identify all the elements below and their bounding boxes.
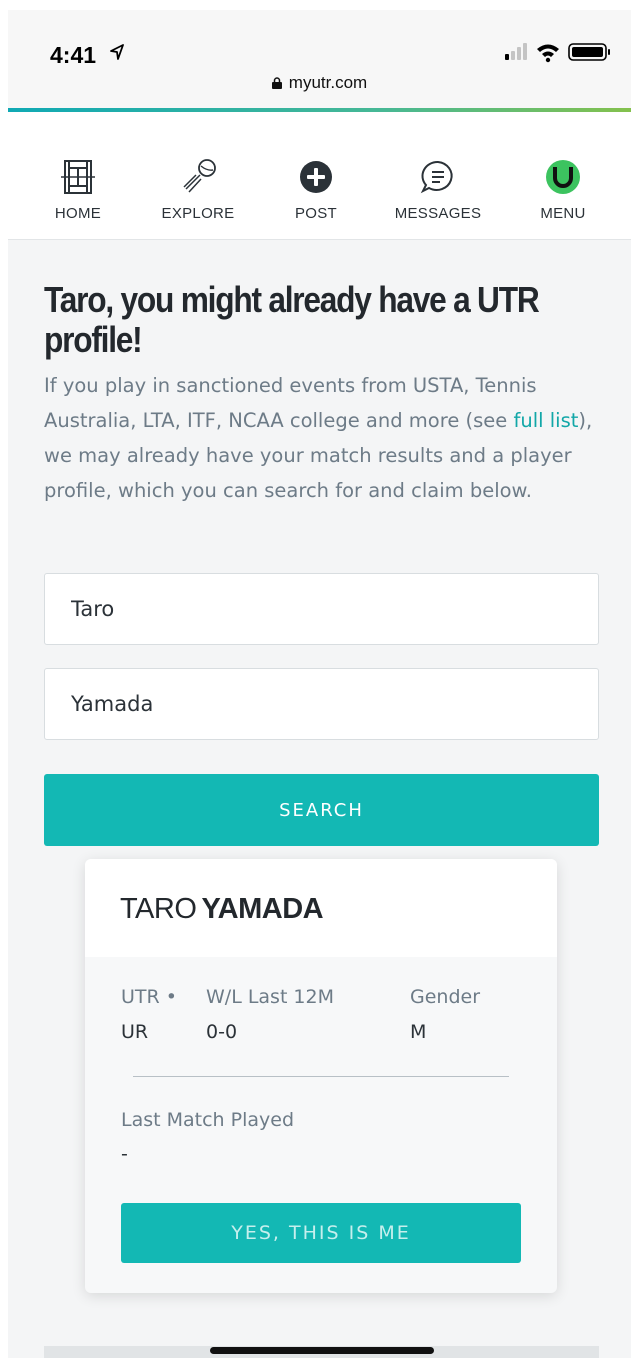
gender-value: M <box>410 1021 427 1043</box>
wl-label: W/L Last 12M <box>206 986 334 1008</box>
browser-status-bar: 4:41 myutr.com <box>8 10 631 110</box>
nav-explore[interactable]: EXPLORE <box>143 157 253 222</box>
chat-icon <box>420 160 453 194</box>
court-icon <box>61 160 95 194</box>
nav-menu[interactable]: MENU <box>508 157 618 222</box>
full-list-link[interactable]: full list <box>513 409 578 432</box>
last-match-label: Last Match Played <box>121 1109 295 1131</box>
signal-wifi-battery-icon <box>505 43 610 63</box>
home-indicator[interactable] <box>210 1347 434 1354</box>
player-result-card[interactable]: TARO YAMADA UTR • UR W/L Last 12M 0-0 Ge… <box>85 859 557 1293</box>
gender-label: Gender <box>410 986 481 1008</box>
nav-home[interactable]: HOME <box>23 157 133 222</box>
top-nav: HOME EXPLORE POST MESSAGES MENU <box>8 112 631 240</box>
wl-value: 0-0 <box>206 1021 238 1043</box>
phone-screen: 4:41 myutr.com HOME EXPLORE POST MESSAGE… <box>8 10 631 1358</box>
utr-value: UR <box>121 1021 149 1043</box>
lock-icon <box>271 77 282 89</box>
search-button[interactable]: SEARCH <box>44 774 599 846</box>
last-match-value: - <box>121 1143 128 1165</box>
plus-circle-icon <box>300 161 332 193</box>
first-name-input[interactable] <box>45 574 598 644</box>
yes-this-is-me-button[interactable]: YES, THIS IS ME <box>121 1203 521 1263</box>
first-name-field[interactable] <box>44 573 599 645</box>
location-arrow-icon <box>110 44 124 60</box>
utr-logo-icon <box>546 160 580 194</box>
page-title: Taro, you might already have a UTR profi… <box>44 279 540 360</box>
intro-text: If you play in sanctioned events from US… <box>44 374 593 502</box>
address-bar[interactable]: myutr.com <box>8 73 631 93</box>
last-name-input[interactable] <box>45 669 598 739</box>
nav-post[interactable]: POST <box>261 157 371 222</box>
last-name-field[interactable] <box>44 668 599 740</box>
nav-messages[interactable]: MESSAGES <box>383 157 493 222</box>
player-name: TARO YAMADA <box>85 859 557 957</box>
status-time: 4:41 <box>50 42 97 68</box>
main-content: Taro, you might already have a UTR profi… <box>44 240 600 846</box>
utr-label: UTR • <box>121 986 177 1008</box>
url-text: myutr.com <box>288 73 368 92</box>
card-divider <box>133 1076 509 1077</box>
racket-ball-icon <box>183 159 216 193</box>
